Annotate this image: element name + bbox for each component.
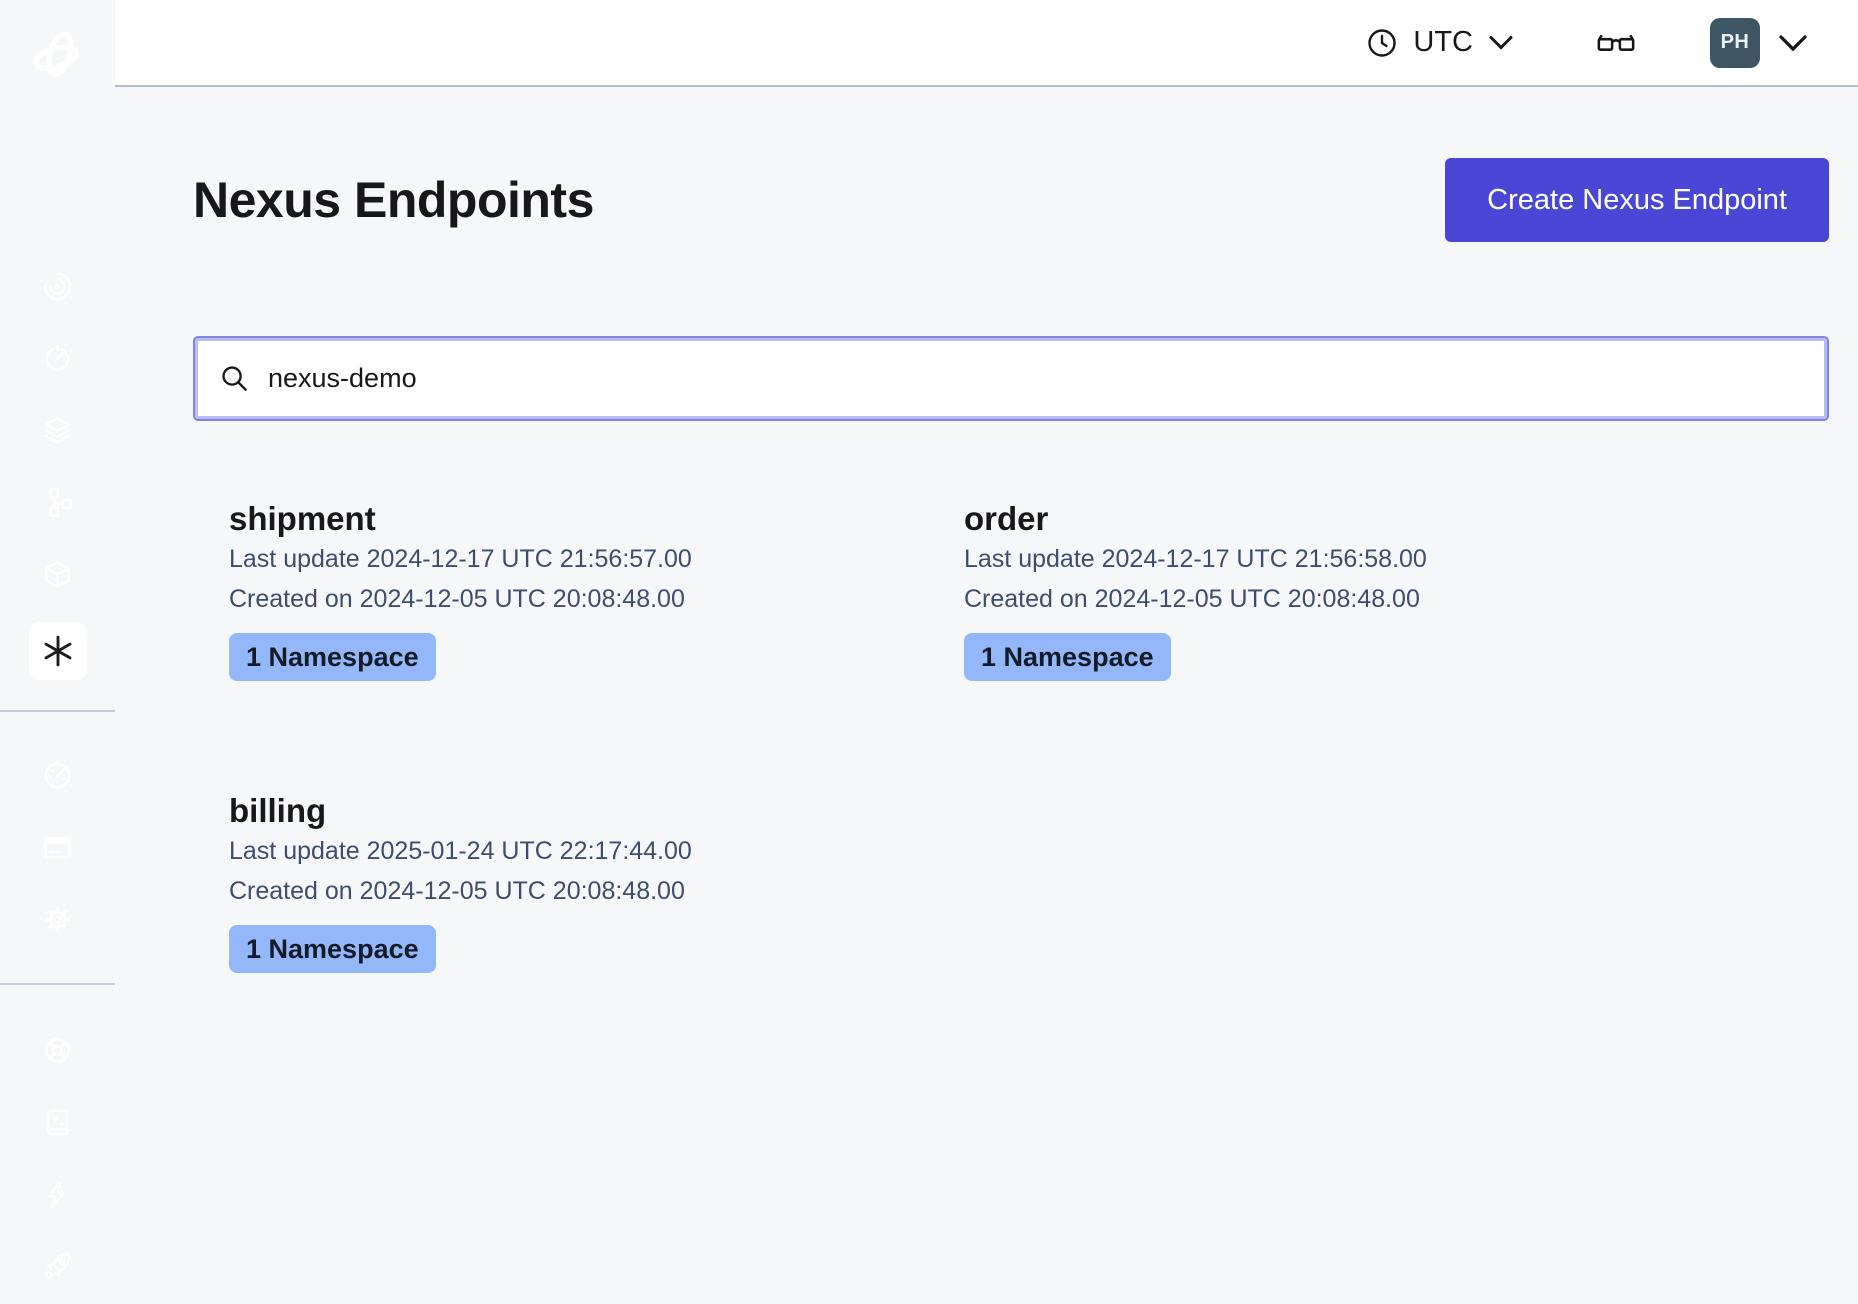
namespace-badge: 1 Namespace xyxy=(229,925,436,973)
sidebar-item-billing[interactable] xyxy=(34,823,82,871)
sidebar-item-quickstart[interactable] xyxy=(34,1170,82,1218)
temporal-logo-icon xyxy=(29,27,87,85)
endpoint-name: billing xyxy=(229,791,964,831)
nexus-asterisk-icon xyxy=(41,634,75,668)
search-container xyxy=(193,336,1829,421)
sidebar-item-docs[interactable] xyxy=(34,1098,82,1146)
create-nexus-endpoint-button[interactable]: Create Nexus Endpoint xyxy=(1445,158,1829,242)
search-icon xyxy=(219,363,250,394)
endpoint-card[interactable]: order Last update 2024-12-17 UTC 21:56:5… xyxy=(964,499,1699,681)
labs-mode-button[interactable] xyxy=(1596,27,1636,58)
temporal-logo[interactable] xyxy=(28,26,88,86)
sidebar-item-settings[interactable] xyxy=(34,895,82,943)
glasses-icon xyxy=(1596,27,1636,58)
endpoint-last-update: Last update 2025-01-24 UTC 22:17:44.00 xyxy=(229,831,964,871)
content: Nexus Endpoints Create Nexus Endpoint sh… xyxy=(115,87,1858,1304)
graph-icon xyxy=(42,487,73,518)
sidebar-nav-account xyxy=(34,751,82,943)
title-row: Nexus Endpoints Create Nexus Endpoint xyxy=(193,158,1829,242)
namespace-badge: 1 Namespace xyxy=(229,633,436,681)
chevron-down-icon xyxy=(1778,34,1808,52)
sidebar-item-nexus-active[interactable] xyxy=(29,622,87,680)
endpoint-created: Created on 2024-12-05 UTC 20:08:48.00 xyxy=(229,579,964,619)
gear-icon xyxy=(42,904,73,935)
endpoint-created: Created on 2024-12-05 UTC 20:08:48.00 xyxy=(964,579,1699,619)
clock-icon xyxy=(1366,27,1398,59)
sidebar-nav-primary xyxy=(29,262,87,680)
account-menu[interactable]: PH xyxy=(1710,18,1808,68)
layers-icon xyxy=(42,415,73,446)
top-bar: UTC PH xyxy=(115,0,1858,87)
lightning-icon xyxy=(42,1179,73,1210)
sidebar-nav-help xyxy=(34,1026,82,1290)
endpoint-created: Created on 2024-12-05 UTC 20:08:48.00 xyxy=(229,871,964,911)
endpoint-last-update: Last update 2024-12-17 UTC 21:56:57.00 xyxy=(229,539,964,579)
sidebar xyxy=(0,0,115,1304)
gauge-icon xyxy=(42,760,73,791)
sidebar-item-workflows[interactable] xyxy=(34,478,82,526)
avatar: PH xyxy=(1710,18,1760,68)
life-ring-icon xyxy=(42,1035,73,1066)
endpoint-grid: shipment Last update 2024-12-17 UTC 21:5… xyxy=(229,499,1829,973)
sidebar-item-support[interactable] xyxy=(34,1026,82,1074)
timer-icon xyxy=(42,343,73,374)
endpoint-name: order xyxy=(964,499,1699,539)
endpoint-name: shipment xyxy=(229,499,964,539)
billing-card-icon xyxy=(42,832,73,863)
spiral-icon xyxy=(42,271,73,302)
sidebar-item-getting-started[interactable] xyxy=(34,1242,82,1290)
sidebar-item-namespaces[interactable] xyxy=(34,262,82,310)
main-area: UTC PH xyxy=(115,0,1858,1304)
book-sparkles-icon xyxy=(42,1107,73,1138)
page-title: Nexus Endpoints xyxy=(193,171,594,229)
sidebar-item-deployments[interactable] xyxy=(34,550,82,598)
endpoint-last-update: Last update 2024-12-17 UTC 21:56:58.00 xyxy=(964,539,1699,579)
sidebar-divider xyxy=(0,983,115,985)
sidebar-item-usage[interactable] xyxy=(34,751,82,799)
namespace-badge: 1 Namespace xyxy=(964,633,1171,681)
chevron-down-icon xyxy=(1488,35,1514,50)
timezone-label: UTC xyxy=(1413,26,1473,59)
search-input[interactable] xyxy=(268,363,1803,394)
app-root: UTC PH xyxy=(0,0,1858,1304)
rocket-icon xyxy=(42,1251,73,1282)
sidebar-divider xyxy=(0,710,115,712)
sidebar-item-schedules[interactable] xyxy=(34,334,82,382)
timezone-selector[interactable]: UTC xyxy=(1366,26,1514,59)
cube-icon xyxy=(42,559,73,590)
endpoint-card[interactable]: billing Last update 2025-01-24 UTC 22:17… xyxy=(229,791,964,973)
sidebar-item-batch-operations[interactable] xyxy=(34,406,82,454)
endpoint-card[interactable]: shipment Last update 2024-12-17 UTC 21:5… xyxy=(229,499,964,681)
